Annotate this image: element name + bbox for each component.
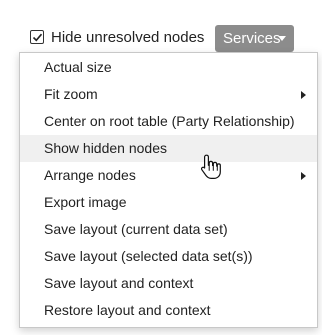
menu-item-label: Actual size [44, 59, 112, 75]
menu-item-label: Save layout (current data set) [44, 221, 228, 237]
menu-item-actual-size[interactable]: Actual size [20, 54, 317, 81]
menu-item-export-image[interactable]: Export image [20, 189, 317, 216]
menu-item-label: Fit zoom [44, 86, 98, 102]
menu-item-label: Arrange nodes [44, 167, 136, 183]
services-button-label: Services [223, 30, 281, 47]
menu-item-show-hidden-nodes[interactable]: Show hidden nodes [20, 135, 317, 162]
menu-item-restore-layout-and-context[interactable]: Restore layout and context [20, 297, 317, 324]
menu-item-label: Save layout (selected data set(s)) [44, 248, 253, 264]
menu-item-fit-zoom[interactable]: Fit zoom [20, 81, 317, 108]
menu-item-save-layout-current[interactable]: Save layout (current data set) [20, 216, 317, 243]
menu-item-center-on-root-table[interactable]: Center on root table (Party Relationship… [20, 108, 317, 135]
menu-item-label: Export image [44, 194, 127, 210]
hide-unresolved-checkbox[interactable] [30, 30, 44, 44]
menu-item-label: Show hidden nodes [44, 140, 167, 156]
menu-item-save-layout-selected[interactable]: Save layout (selected data set(s)) [20, 243, 317, 270]
chevron-right-icon [301, 91, 306, 99]
hand-pointer-icon [200, 154, 221, 179]
checkmark-icon [32, 33, 43, 42]
hide-unresolved-label[interactable]: Hide unresolved nodes [51, 29, 204, 47]
toolbar: Hide unresolved nodes Services [0, 0, 322, 52]
services-dropdown-menu: Actual size Fit zoom Center on root tabl… [19, 52, 318, 328]
menu-item-label: Restore layout and context [44, 302, 211, 318]
menu-item-label: Center on root table (Party Relationship… [44, 113, 295, 129]
services-button[interactable]: Services [215, 25, 294, 52]
caret-down-icon [278, 36, 286, 41]
chevron-right-icon [301, 172, 306, 180]
menu-item-label: Save layout and context [44, 275, 194, 291]
menu-item-save-layout-and-context[interactable]: Save layout and context [20, 270, 317, 297]
menu-item-arrange-nodes[interactable]: Arrange nodes [20, 162, 317, 189]
